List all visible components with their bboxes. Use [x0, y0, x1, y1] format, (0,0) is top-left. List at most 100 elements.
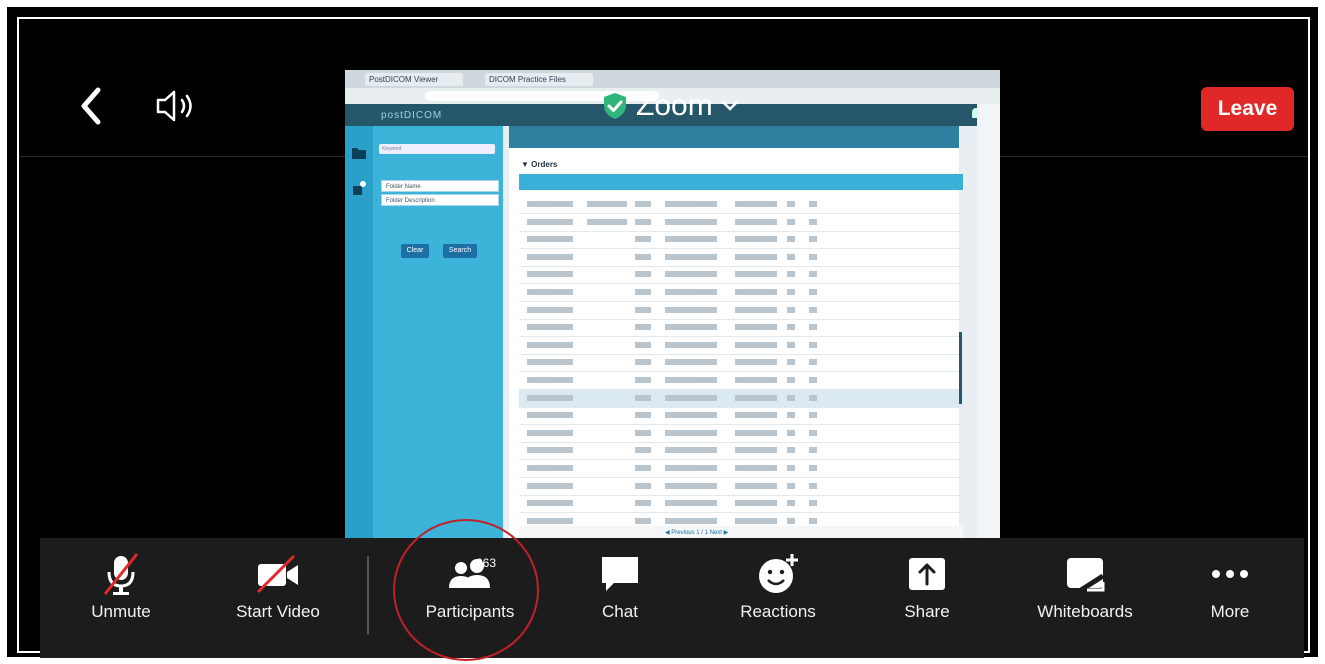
table-cell [809, 253, 817, 260]
unmute-label: Unmute [91, 602, 151, 621]
table-scrollbar[interactable] [959, 332, 962, 404]
table-row[interactable] [519, 284, 963, 302]
table-row[interactable] [519, 354, 963, 373]
table-cell [735, 289, 777, 295]
table-cell [787, 201, 795, 207]
table-cell [665, 271, 717, 278]
table-cell [527, 306, 573, 313]
table-cell [665, 429, 717, 436]
table-pager[interactable]: ◀ Previous 1 / 1 Next ▶ [665, 529, 728, 536]
table-cell [735, 201, 777, 207]
speaker-icon [156, 90, 192, 122]
speaker-button[interactable] [154, 88, 204, 124]
table-cell [635, 500, 651, 507]
browser-tab[interactable]: PostDICOM Viewer [365, 73, 463, 86]
table-row[interactable] [519, 372, 963, 390]
table-row[interactable] [519, 319, 963, 338]
table-row[interactable] [519, 442, 963, 461]
search-button[interactable]: Search [443, 244, 477, 258]
table-cell [665, 289, 717, 295]
keyword-search-input[interactable]: Keyword [379, 144, 495, 154]
table-cell [787, 517, 795, 524]
table-cell [787, 253, 795, 260]
table-cell [787, 218, 795, 225]
table-cell [735, 324, 777, 331]
meeting-toolbar: Unmute Start Video 263 Participants Chat… [40, 538, 1304, 658]
start-video-button[interactable]: Start Video [218, 538, 338, 650]
table-cell [809, 377, 817, 383]
table-row[interactable] [519, 389, 963, 408]
table-row[interactable] [519, 266, 963, 285]
table-cell [735, 218, 777, 225]
orders-heading: ▼ Orders [521, 160, 558, 169]
table-cell [635, 394, 651, 401]
table-cell [787, 500, 795, 507]
table-cell [787, 236, 795, 243]
folder-icon[interactable] [351, 146, 367, 160]
emoji-add-icon [759, 554, 798, 593]
table-cell [809, 447, 817, 454]
share-icon[interactable] [351, 180, 367, 196]
postdicom-icon-rail [345, 126, 373, 542]
browser-tab[interactable]: DICOM Practice Files [485, 73, 593, 86]
table-cell [665, 482, 717, 489]
table-cell [809, 412, 817, 419]
folder-name-field[interactable]: Folder Name [381, 180, 499, 192]
table-cell [787, 429, 795, 436]
table-cell [635, 412, 651, 419]
table-cell [735, 377, 777, 383]
table-row[interactable] [519, 478, 963, 496]
meeting-title-dropdown[interactable]: Zoom [602, 86, 739, 126]
table-cell [809, 324, 817, 331]
table-cell [665, 465, 717, 471]
table-row[interactable] [519, 495, 963, 514]
table-cell [527, 500, 573, 507]
table-cell [809, 289, 817, 295]
table-row[interactable] [519, 337, 963, 355]
more-button[interactable]: More [1200, 538, 1260, 650]
chat-button[interactable]: Chat [585, 538, 655, 650]
clear-button[interactable]: Clear [401, 244, 429, 258]
table-row[interactable] [519, 302, 963, 320]
table-cell [665, 253, 717, 260]
back-button[interactable] [76, 84, 106, 128]
table-cell [527, 341, 573, 348]
unmute-button[interactable]: Unmute [76, 538, 166, 650]
table-cell [787, 412, 795, 419]
table-cell [787, 359, 795, 366]
meeting-title: Zoom [636, 89, 713, 122]
table-row[interactable] [519, 231, 963, 250]
table-row[interactable] [519, 407, 963, 426]
table-cell [635, 465, 651, 471]
table-cell [635, 289, 651, 295]
share-button[interactable]: Share [892, 538, 962, 650]
table-row[interactable] [519, 196, 963, 214]
table-cell [787, 341, 795, 348]
table-row[interactable] [519, 249, 963, 267]
table-cell [809, 341, 817, 348]
folder-description-field[interactable]: Folder Description [381, 194, 499, 206]
table-cell [587, 218, 627, 225]
table-cell [787, 394, 795, 401]
participants-label: Participants [425, 602, 515, 621]
table-cell [809, 359, 817, 366]
table-cell [665, 306, 717, 313]
table-cell [635, 359, 651, 366]
chat-label: Chat [602, 602, 638, 621]
table-cell [735, 500, 777, 507]
table-row[interactable] [519, 425, 963, 443]
table-row[interactable] [519, 214, 963, 232]
whiteboards-button[interactable]: Whiteboards [1020, 538, 1150, 650]
table-cell [635, 377, 651, 383]
shield-check-icon [604, 93, 626, 119]
reactions-button[interactable]: Reactions [728, 538, 828, 650]
microphone-muted-icon [103, 553, 139, 595]
table-cell [735, 359, 777, 366]
table-cell [635, 324, 651, 331]
participants-button[interactable]: 263 Participants [410, 538, 530, 650]
table-row[interactable] [519, 460, 963, 478]
table-cell [665, 218, 717, 225]
table-cell [527, 289, 573, 295]
leave-button[interactable]: Leave [1201, 87, 1294, 131]
table-cell [735, 482, 777, 489]
